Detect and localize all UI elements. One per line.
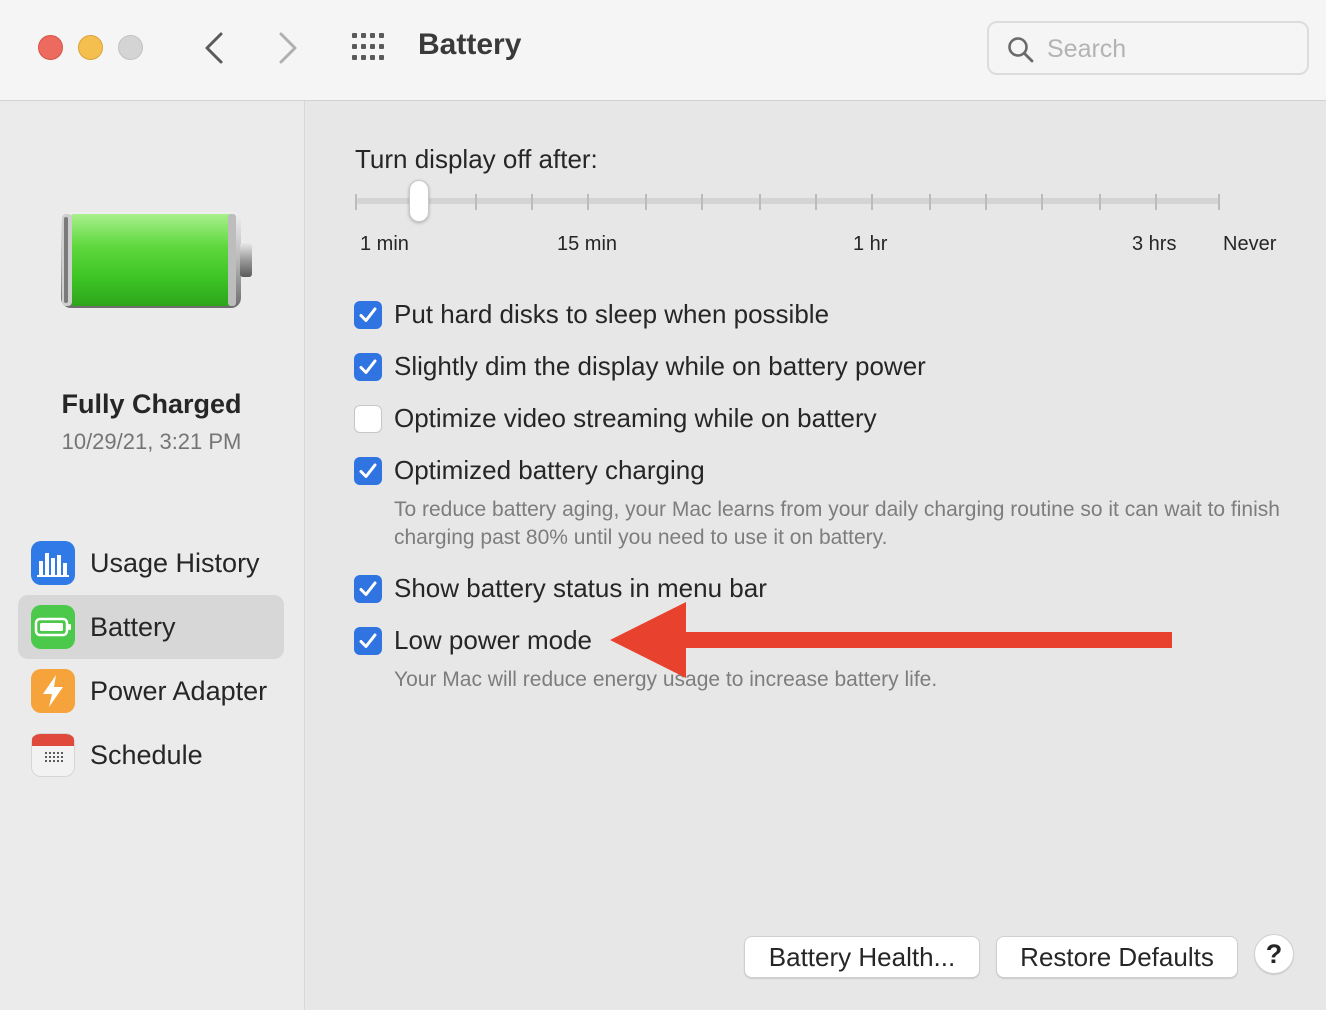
sidebar-item-usage-history[interactable]: Usage History [18,531,284,595]
checkmark-icon [359,581,377,596]
lightning-icon [31,669,75,713]
sidebar: Fully Charged 10/29/21, 3:21 PM Usage Hi… [0,101,305,1010]
chevron-right-icon [279,32,297,64]
restore-defaults-button[interactable]: Restore Defaults [996,936,1238,978]
slider-tick [1041,194,1043,210]
slider-tick [1155,194,1157,210]
tick-label-15-min: 15 min [557,233,618,255]
annotation-arrow-icon [610,602,1172,678]
slider-tick [645,194,647,210]
sidebar-item-label: Battery [90,612,176,642]
slider-tick [759,194,761,210]
checkbox[interactable] [354,457,382,485]
slider-tick [815,194,817,210]
sidebar-item-label: Power Adapter [90,676,268,706]
battery-status-title: Fully Charged [61,389,242,419]
battery-health-button[interactable]: Battery Health... [744,936,980,978]
search-icon [1008,37,1034,63]
zoom-window-button[interactable] [118,35,143,60]
sidebar-item-power-adapter[interactable]: Power Adapter [18,659,284,723]
calendar-icon [31,733,75,777]
checkbox[interactable] [354,627,382,655]
slider-tick [531,194,533,210]
title-bar: Battery [0,0,1326,101]
display-off-slider[interactable] [356,198,1220,204]
search-field[interactable] [987,21,1309,75]
checkbox[interactable] [354,353,382,381]
checkmark-icon [359,463,377,478]
optimized-charging-description: To reduce battery aging, your Mac learns… [394,498,1280,549]
checkbox[interactable] [354,301,382,329]
checkmark-icon [359,307,377,322]
option-label: Optimized battery charging [394,455,705,485]
slider-tick [587,194,589,210]
tick-label-3-hrs: 3 hrs [1132,233,1177,255]
chevron-left-icon [205,32,223,64]
search-input[interactable] [1047,31,1297,67]
tick-label-never: Never [1223,233,1277,255]
grid-icon [352,33,384,60]
option-label: Optimize video streaming while on batter… [394,403,877,433]
option-label: Low power mode [394,625,592,655]
option-label: Show battery status in menu bar [394,573,767,603]
option-label: Put hard disks to sleep when possible [394,299,830,329]
checkmark-icon [359,359,377,374]
tick-label-1-hr: 1 hr [853,233,888,255]
slider-tick [871,194,873,210]
show-all-button[interactable] [350,31,390,65]
sidebar-item-label: Usage History [90,548,260,578]
tick-label-1-min: 1 min [360,233,409,255]
back-button[interactable] [196,28,232,68]
checkmark-icon [359,633,377,648]
slider-tick [701,194,703,210]
battery-icon [31,605,75,649]
slider-tick [475,194,477,210]
battery-status-icon [61,212,252,308]
window-title: Battery [418,28,522,61]
checkbox[interactable] [354,575,382,603]
help-button[interactable]: ? [1254,934,1294,974]
slider-tick [929,194,931,210]
battery-status-time: 10/29/21, 3:21 PM [61,429,242,454]
sidebar-item-battery[interactable]: Battery [18,595,284,659]
checkbox[interactable] [354,405,382,433]
forward-button[interactable] [270,28,306,68]
slider-tick [985,194,987,210]
slider-tick [1218,194,1220,210]
option-label: Slightly dim the display while on batter… [394,351,926,381]
slider-knob[interactable] [409,180,429,222]
display-off-label: Turn display off after: [355,144,598,174]
bar-chart-icon [31,541,75,585]
minimize-window-button[interactable] [78,35,103,60]
slider-tick [1099,194,1101,210]
sidebar-item-schedule[interactable]: Schedule [18,723,284,787]
battery-settings-pane: Turn display off after: 1 min 15 min 1 h… [306,101,1326,1010]
sidebar-item-label: Schedule [90,740,203,770]
slider-tick [355,194,357,210]
close-window-button[interactable] [38,35,63,60]
